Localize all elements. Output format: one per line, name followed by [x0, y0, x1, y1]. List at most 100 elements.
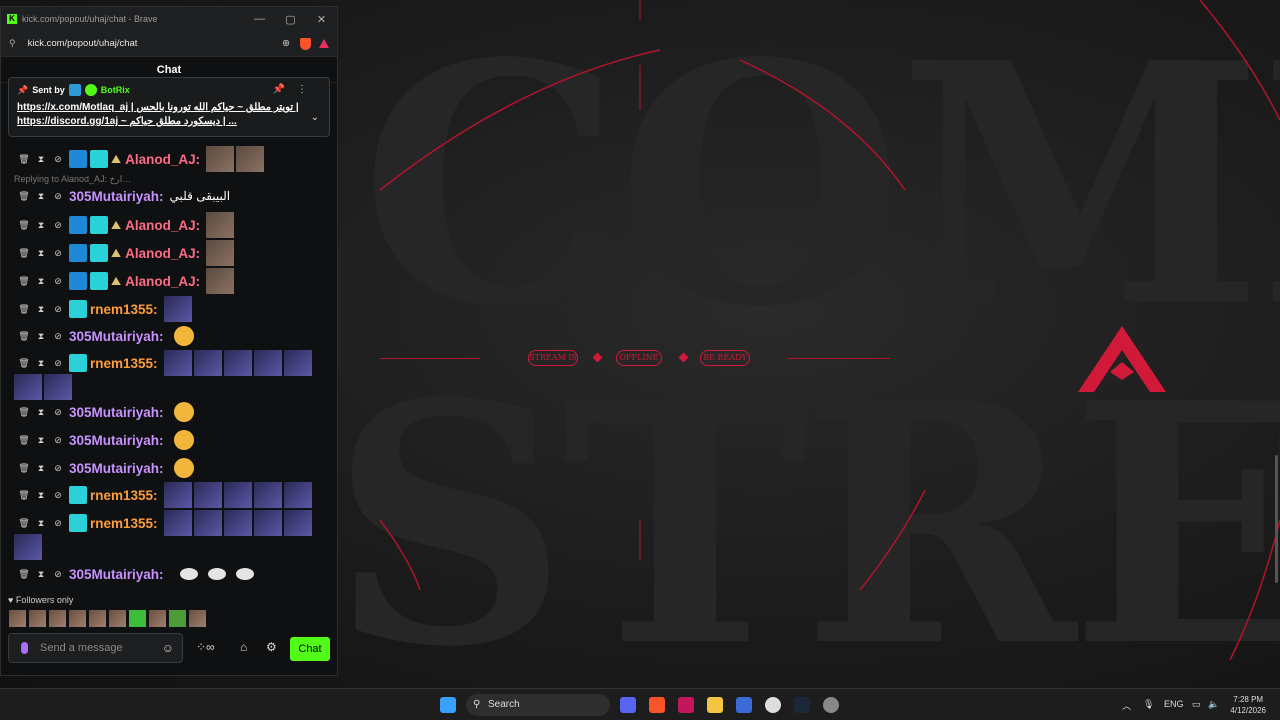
delete-icon[interactable]: 🗑 [18, 304, 30, 315]
timeout-icon[interactable]: ⧗ [35, 569, 47, 580]
language-indicator[interactable]: ENG [1164, 699, 1184, 709]
ban-icon[interactable]: ⊘ [52, 304, 64, 315]
username[interactable]: 305Mutairiyah: [69, 433, 164, 448]
address-bar[interactable]: ⚲ kick.com/popout/uhaj/chat ⊕ [1, 31, 337, 57]
timeout-icon[interactable]: ⧗ [35, 154, 47, 165]
pinned-line-1[interactable]: https://x.com/Motlaq_aj | تويتر مطلق ~ ح… [17, 101, 321, 115]
taskbar-search[interactable]: ⚲ Search [466, 694, 610, 716]
pinned-line-2[interactable]: https://discord.gg/1aj ~ ديسكورد مطلق حي… [17, 115, 321, 129]
timeout-icon[interactable]: ⧗ [35, 435, 47, 446]
close-button[interactable]: ✕ [306, 13, 337, 26]
site-info-icon[interactable]: ⚲ [9, 38, 16, 49]
unpin-icon[interactable]: 📌 [273, 84, 297, 95]
delete-icon[interactable]: 🗑 [18, 331, 30, 342]
username[interactable]: rnem1355: [90, 356, 158, 371]
delete-icon[interactable]: 🗑 [18, 248, 30, 259]
send-chat-button[interactable]: Chat [290, 637, 330, 661]
delete-icon[interactable]: 🗑 [18, 191, 30, 202]
message-input[interactable]: Send a message ☺ [8, 633, 183, 663]
start-menu-icon[interactable] [440, 697, 456, 713]
pinned-message[interactable]: 📌 Sent by BotRix 📌⋮ https://x.com/Motlaq… [8, 77, 330, 137]
ban-icon[interactable]: ⊘ [52, 490, 64, 501]
username[interactable]: rnem1355: [90, 516, 158, 531]
clock[interactable]: 7:28 PM 4/12/2026 [1230, 694, 1266, 716]
ban-icon[interactable]: ⊘ [52, 191, 64, 202]
delete-icon[interactable]: 🗑 [18, 154, 30, 165]
username[interactable]: 305Mutairiyah: [69, 567, 164, 582]
network-icon[interactable]: ▭ [1192, 699, 1201, 710]
volume-icon[interactable]: 🔈 [1208, 699, 1219, 710]
timeout-icon[interactable]: ⧗ [35, 191, 47, 202]
ban-icon[interactable]: ⊘ [52, 435, 64, 446]
username[interactable]: 305Mutairiyah: [69, 461, 164, 476]
emote-button[interactable] [69, 610, 86, 627]
zoom-icon[interactable]: ⊕ [282, 38, 290, 49]
file-explorer-icon[interactable] [707, 697, 723, 713]
store-icon[interactable]: ⌂ [240, 640, 247, 654]
username[interactable]: Alanod_AJ: [125, 246, 200, 261]
ban-icon[interactable]: ⊘ [52, 248, 64, 259]
ban-icon[interactable]: ⊘ [52, 220, 64, 231]
delete-icon[interactable]: 🗑 [18, 518, 30, 529]
reply-note[interactable]: Replying to Alanod_AJ: ارخ… [14, 174, 131, 185]
microphone-icon[interactable]: 🎙 [1143, 699, 1154, 710]
timeout-icon[interactable]: ⧗ [35, 518, 47, 529]
delete-icon[interactable]: 🗑 [18, 435, 30, 446]
brave-shields-icon[interactable] [300, 37, 311, 50]
tray-overflow-icon[interactable]: ︿ [1122, 699, 1131, 712]
timeout-icon[interactable]: ⧗ [35, 220, 47, 231]
emote-button[interactable] [49, 610, 66, 627]
ban-icon[interactable]: ⊘ [52, 154, 64, 165]
emoji-picker-icon[interactable]: ☺ [162, 641, 174, 655]
maximize-button[interactable]: ▢ [275, 13, 306, 26]
username[interactable]: Alanod_AJ: [125, 274, 200, 289]
delete-icon[interactable]: 🗑 [18, 276, 30, 287]
delete-icon[interactable]: 🗑 [18, 463, 30, 474]
delete-icon[interactable]: 🗑 [18, 407, 30, 418]
discord-icon[interactable] [620, 697, 636, 713]
username[interactable]: 305Mutairiyah: [69, 405, 164, 420]
username[interactable]: 305Mutairiyah: [69, 189, 164, 204]
ban-icon[interactable]: ⊘ [52, 518, 64, 529]
username[interactable]: rnem1355: [90, 488, 158, 503]
pinned-sender[interactable]: BotRix [101, 85, 130, 95]
delete-icon[interactable]: 🗑 [18, 569, 30, 580]
more-options-icon[interactable]: ⋮ [297, 84, 319, 95]
emote-button[interactable] [29, 610, 46, 627]
username[interactable]: 305Mutairiyah: [69, 329, 164, 344]
emote-button[interactable] [169, 610, 186, 627]
emote-button[interactable] [129, 610, 146, 627]
message-placeholder[interactable]: Send a message [40, 642, 123, 654]
recent-emotes-bar[interactable] [9, 610, 206, 628]
username[interactable]: Alanod_AJ: [125, 152, 200, 167]
settings-app-icon[interactable] [736, 697, 752, 713]
mic-icon[interactable] [21, 642, 28, 654]
username[interactable]: rnem1355: [90, 302, 158, 317]
delete-icon[interactable]: 🗑 [18, 358, 30, 369]
timeout-icon[interactable]: ⧗ [35, 463, 47, 474]
chat-scrollbar[interactable] [1275, 455, 1278, 583]
timeout-icon[interactable]: ⧗ [35, 304, 47, 315]
ban-icon[interactable]: ⊘ [52, 331, 64, 342]
minimize-button[interactable]: — [244, 13, 275, 26]
url-text[interactable]: kick.com/popout/uhaj/chat [28, 38, 282, 49]
app-a-icon[interactable] [678, 697, 694, 713]
timeout-icon[interactable]: ⧗ [35, 331, 47, 342]
settings-gear-icon[interactable]: ⚙ [266, 640, 277, 654]
timeout-icon[interactable]: ⧗ [35, 276, 47, 287]
app-circle-icon[interactable] [823, 697, 839, 713]
ban-icon[interactable]: ⊘ [52, 463, 64, 474]
ban-icon[interactable]: ⊘ [52, 358, 64, 369]
timeout-icon[interactable]: ⧗ [35, 490, 47, 501]
timeout-icon[interactable]: ⧗ [35, 248, 47, 259]
points-icon[interactable]: ⁘∞ [196, 640, 215, 654]
brave-icon[interactable] [649, 697, 665, 713]
emote-button[interactable] [109, 610, 126, 627]
username[interactable]: Alanod_AJ: [125, 218, 200, 233]
timeout-icon[interactable]: ⧗ [35, 358, 47, 369]
ban-icon[interactable]: ⊘ [52, 569, 64, 580]
timeout-icon[interactable]: ⧗ [35, 407, 47, 418]
emote-button[interactable] [149, 610, 166, 627]
emote-button[interactable] [189, 610, 206, 627]
delete-icon[interactable]: 🗑 [18, 220, 30, 231]
